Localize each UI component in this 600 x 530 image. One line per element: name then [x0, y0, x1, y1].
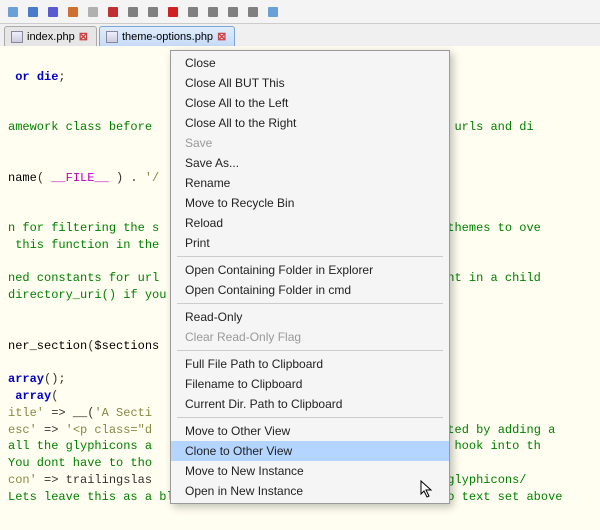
menu-item-reload[interactable]: Reload — [171, 213, 449, 233]
dirty-indicator: ⊠ — [217, 30, 226, 43]
file-icon — [11, 31, 23, 43]
menu-item-clone-to-other-view[interactable]: Clone to Other View — [171, 441, 449, 461]
menu-item-rename[interactable]: Rename — [171, 173, 449, 193]
menu-separator — [177, 417, 443, 418]
menu-item-read-only[interactable]: Read-Only — [171, 307, 449, 327]
menu-item-print[interactable]: Print — [171, 233, 449, 253]
page-icon[interactable] — [84, 3, 102, 21]
menu-item-save-as[interactable]: Save As... — [171, 153, 449, 173]
word-wrap-icon[interactable] — [64, 3, 82, 21]
menu-separator — [177, 256, 443, 257]
edit-icon[interactable] — [4, 3, 22, 21]
menu-item-full-file-path-to-clipboard[interactable]: Full File Path to Clipboard — [171, 354, 449, 374]
play-only-icon[interactable] — [204, 3, 222, 21]
menu-separator — [177, 350, 443, 351]
menu-item-current-dir-path-to-clipboard[interactable]: Current Dir. Path to Clipboard — [171, 394, 449, 414]
file-icon — [106, 31, 118, 43]
menu-item-close[interactable]: Close — [171, 53, 449, 73]
align-left-icon[interactable] — [44, 3, 62, 21]
toolbar — [0, 0, 600, 24]
stop-icon[interactable] — [184, 3, 202, 21]
tab-label: index.php — [27, 31, 75, 43]
menu-item-open-in-new-instance[interactable]: Open in New Instance — [171, 481, 449, 501]
eye-icon[interactable] — [144, 3, 162, 21]
mouse-cursor — [420, 480, 436, 498]
menu-item-move-to-new-instance[interactable]: Move to New Instance — [171, 461, 449, 481]
paragraph-icon[interactable] — [24, 3, 42, 21]
record-icon[interactable] — [164, 3, 182, 21]
menu-item-close-all-but-this[interactable]: Close All BUT This — [171, 73, 449, 93]
menu-item-open-containing-folder-in-explorer[interactable]: Open Containing Folder in Explorer — [171, 260, 449, 280]
color-icon[interactable] — [124, 3, 142, 21]
menu-separator — [177, 303, 443, 304]
menu-item-close-all-to-the-right[interactable]: Close All to the Right — [171, 113, 449, 133]
dirty-indicator: ⊠ — [79, 30, 88, 43]
tab-label: theme-options.php — [122, 31, 213, 43]
fast-forward-icon[interactable] — [244, 3, 262, 21]
tab-bar: index.php ⊠ theme-options.php ⊠ — [0, 24, 600, 46]
save-macro-icon[interactable] — [264, 3, 282, 21]
menu-item-save: Save — [171, 133, 449, 153]
menu-item-move-to-other-view[interactable]: Move to Other View — [171, 421, 449, 441]
menu-item-filename-to-clipboard[interactable]: Filename to Clipboard — [171, 374, 449, 394]
menu-item-open-containing-folder-in-cmd[interactable]: Open Containing Folder in cmd — [171, 280, 449, 300]
preview-icon[interactable] — [104, 3, 122, 21]
menu-item-move-to-recycle-bin[interactable]: Move to Recycle Bin — [171, 193, 449, 213]
menu-item-close-all-to-the-left[interactable]: Close All to the Left — [171, 93, 449, 113]
menu-item-clear-read-only-flag: Clear Read-Only Flag — [171, 327, 449, 347]
tab-context-menu: CloseClose All BUT ThisClose All to the … — [170, 50, 450, 504]
play-icon[interactable] — [224, 3, 242, 21]
tab-1[interactable]: theme-options.php ⊠ — [99, 26, 235, 46]
tab-0[interactable]: index.php ⊠ — [4, 26, 97, 46]
